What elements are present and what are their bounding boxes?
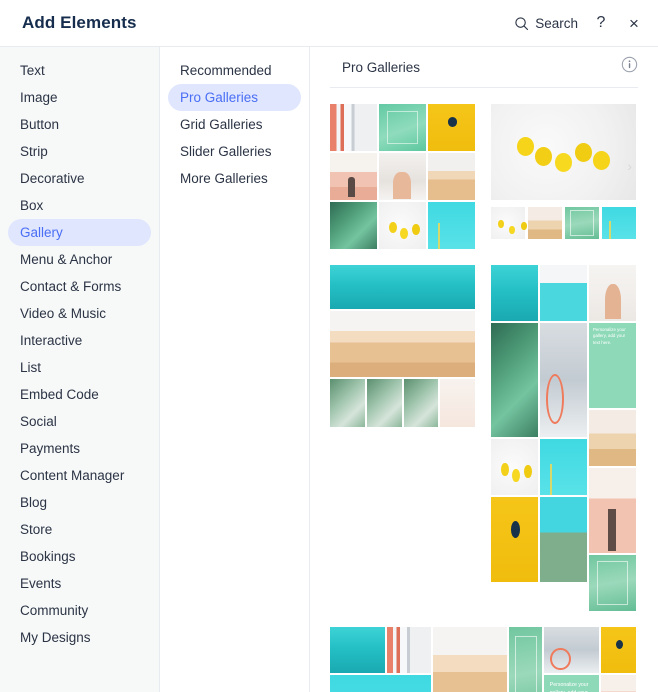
- sidebar-item-list[interactable]: List: [8, 354, 151, 381]
- sidebar-item-blog[interactable]: Blog: [8, 489, 151, 516]
- text-tile: Personalize your gallery, add your text …: [543, 675, 599, 692]
- gallery-preview: [330, 104, 475, 249]
- thumbnail: [565, 207, 599, 239]
- thumbnail: [379, 202, 426, 249]
- thumbnail: [366, 379, 402, 427]
- thumbnail: [491, 323, 538, 437]
- subnav-item-recommended[interactable]: Recommended: [168, 57, 301, 84]
- sidebar-item-bookings[interactable]: Bookings: [8, 543, 151, 570]
- gallery-preview: Personalize your gallery, add your text …: [491, 265, 636, 611]
- gallery-content-area: Pro Galleries › Personalize your gallery…: [310, 47, 658, 692]
- category-sidebar: Text Image Button Strip Decorative Box G…: [0, 47, 160, 692]
- subnav-item-slider-galleries[interactable]: Slider Galleries: [168, 138, 301, 165]
- sidebar-item-events[interactable]: Events: [8, 570, 151, 597]
- gallery-card-masonry-collage[interactable]: Personalize your gallery, add your text …: [491, 265, 636, 611]
- thumbnail: [330, 627, 385, 673]
- search-button-label: Search: [535, 15, 578, 31]
- thumbnail: [428, 153, 475, 200]
- thumbnail: [540, 265, 587, 321]
- sidebar-item-community[interactable]: Community: [8, 597, 151, 624]
- gallery-card-horizontal-bands[interactable]: [330, 265, 475, 611]
- search-icon: [514, 16, 529, 31]
- sidebar-item-strip[interactable]: Strip: [8, 138, 151, 165]
- sidebar-item-menu-anchor[interactable]: Menu & Anchor: [8, 246, 151, 273]
- section-title: Pro Galleries: [342, 59, 421, 75]
- close-icon[interactable]: ×: [624, 15, 644, 32]
- gallery-preview: [491, 104, 636, 239]
- thumbnail: [600, 627, 636, 673]
- thumbnail: [330, 311, 475, 377]
- thumbnail: [428, 104, 475, 151]
- thumbnail: [379, 153, 426, 200]
- thumbnail-row: [330, 379, 475, 427]
- thumbnail: [432, 627, 508, 692]
- add-elements-panel: Add Elements Search ? × Text Image Butto…: [0, 0, 658, 692]
- thumbnail: [589, 468, 636, 553]
- thumbnail: [589, 555, 636, 611]
- sidebar-item-content-manager[interactable]: Content Manager: [8, 462, 151, 489]
- thumbnail: [543, 627, 599, 673]
- thumbnail: [491, 265, 538, 321]
- thumbnail: [428, 202, 475, 249]
- search-button[interactable]: Search: [514, 16, 578, 31]
- thumbnail: [330, 379, 365, 427]
- thumbnail: [330, 104, 377, 151]
- sidebar-item-store[interactable]: Store: [8, 516, 151, 543]
- subcategory-nav: Recommended Pro Galleries Grid Galleries…: [160, 47, 310, 692]
- sidebar-item-contact-forms[interactable]: Contact & Forms: [8, 273, 151, 300]
- subnav-item-pro-galleries[interactable]: Pro Galleries: [168, 84, 301, 111]
- panel-header: Add Elements Search ? ×: [0, 0, 658, 47]
- sidebar-item-interactive[interactable]: Interactive: [8, 327, 151, 354]
- gallery-grid: › Personalize your gallery, add your tex…: [330, 88, 638, 692]
- text-tile: Personalize your gallery, add your text …: [589, 323, 636, 408]
- thumbnail-strip: [491, 207, 636, 239]
- page-title: Add Elements: [22, 13, 137, 32]
- gallery-card-slider-thumbnails[interactable]: ›: [491, 104, 636, 249]
- subnav-item-grid-galleries[interactable]: Grid Galleries: [168, 111, 301, 138]
- sidebar-item-social[interactable]: Social: [8, 408, 151, 435]
- thumbnail: [589, 265, 636, 321]
- hero-image: [491, 104, 636, 200]
- sidebar-item-box[interactable]: Box: [8, 192, 151, 219]
- sidebar-item-text[interactable]: Text: [8, 57, 151, 84]
- thumbnail: [330, 153, 377, 200]
- thumbnail: [528, 207, 562, 239]
- thumbnail: [589, 410, 636, 466]
- thumbnail: [386, 627, 431, 673]
- sidebar-item-my-designs[interactable]: My Designs: [8, 624, 151, 651]
- gallery-card-grid-3x3[interactable]: [330, 104, 475, 249]
- thumbnail: [540, 439, 587, 495]
- thumbnail: [491, 207, 525, 239]
- help-icon[interactable]: ?: [592, 15, 610, 31]
- thumbnail: [491, 439, 538, 495]
- thumbnail: [602, 207, 636, 239]
- subnav-item-more-galleries[interactable]: More Galleries: [168, 165, 301, 192]
- thumbnail: [491, 497, 538, 582]
- sidebar-item-gallery[interactable]: Gallery: [8, 219, 151, 246]
- sidebar-item-embed-code[interactable]: Embed Code: [8, 381, 151, 408]
- panel-body: Text Image Button Strip Decorative Box G…: [0, 47, 658, 692]
- sidebar-item-decorative[interactable]: Decorative: [8, 165, 151, 192]
- thumbnail: [540, 323, 587, 437]
- gallery-preview: Personalize your gallery, add your text …: [330, 627, 636, 692]
- thumbnail: [600, 675, 636, 692]
- info-icon[interactable]: [621, 56, 638, 78]
- gallery-preview: [330, 265, 475, 427]
- sidebar-item-button[interactable]: Button: [8, 111, 151, 138]
- thumbnail: [403, 379, 439, 427]
- thumbnail: [330, 202, 377, 249]
- thumbnail: [509, 627, 542, 692]
- sidebar-item-video-music[interactable]: Video & Music: [8, 300, 151, 327]
- content-header: Pro Galleries: [330, 47, 638, 88]
- thumbnail: [330, 265, 475, 309]
- thumbnail: [330, 675, 431, 692]
- thumbnail: [440, 379, 475, 427]
- thumbnail: [540, 497, 587, 582]
- gallery-card-wide-strip[interactable]: Personalize your gallery, add your text …: [330, 627, 636, 692]
- thumbnail: [379, 104, 426, 151]
- sidebar-item-image[interactable]: Image: [8, 84, 151, 111]
- header-actions: Search ? ×: [514, 15, 644, 32]
- sidebar-item-payments[interactable]: Payments: [8, 435, 151, 462]
